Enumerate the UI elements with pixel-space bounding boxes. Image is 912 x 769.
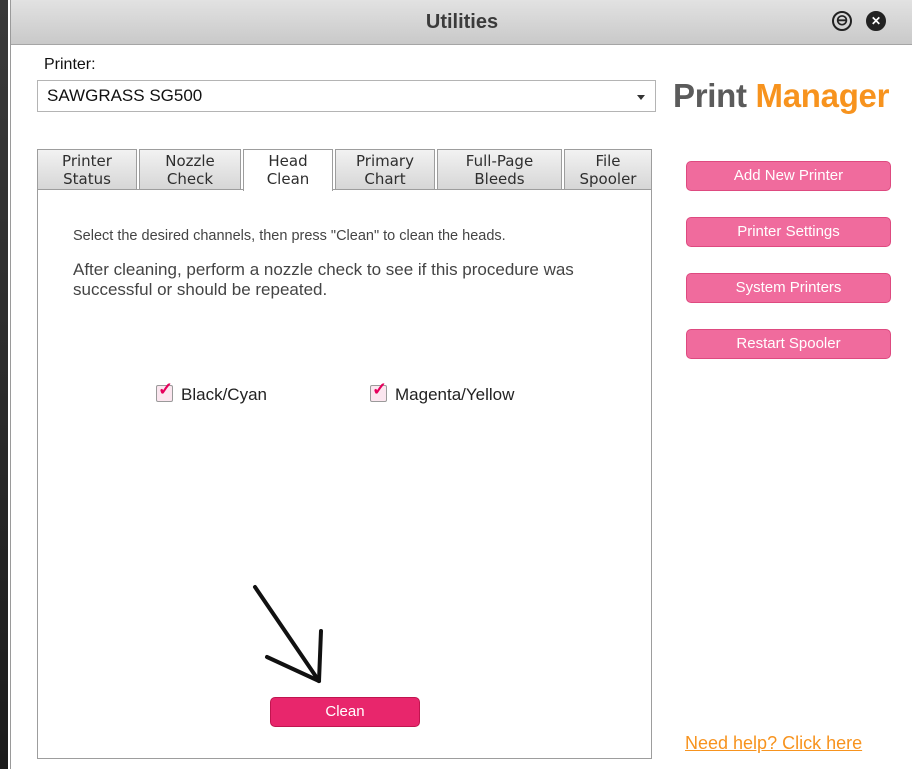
tab-label-line1: Printer	[62, 152, 112, 170]
printer-settings-button[interactable]: Printer Settings	[686, 217, 891, 247]
printer-label: Printer:	[44, 56, 96, 73]
utilities-window: Utilities ⊖ ✕ Printer: SAWGRASS SG500 Pr…	[10, 0, 912, 769]
system-printers-button[interactable]: System Printers	[686, 273, 891, 303]
instruction-text: Select the desired channels, then press …	[73, 228, 506, 244]
clean-button[interactable]: Clean	[270, 697, 420, 727]
tab-label-line1: Nozzle	[165, 152, 215, 170]
tab-head-clean[interactable]: Head Clean	[243, 149, 333, 191]
tab-label-line1: Head	[268, 152, 308, 170]
tab-label-line1: File	[595, 152, 621, 170]
tab-label-line2: Bleeds	[474, 170, 525, 188]
checkmark-icon: ✓	[372, 379, 388, 399]
tab-printer-status[interactable]: Printer Status	[37, 149, 137, 189]
checkbox-box: ✓	[156, 379, 173, 402]
window-title: Utilities	[425, 11, 499, 33]
tab-label-line1: Full-Page	[465, 152, 534, 170]
tab-label-line2: Spooler	[579, 170, 637, 188]
tab-label-line1: Primary	[356, 152, 414, 170]
tab-full-page-bleeds[interactable]: Full-Page Bleeds	[437, 149, 562, 189]
head-clean-panel: Select the desired channels, then press …	[37, 189, 652, 759]
note-text: After cleaning, perform a nozzle check t…	[73, 260, 574, 299]
tab-label-line2: Status	[63, 170, 111, 188]
minimize-icon[interactable]: ⊖	[832, 11, 852, 31]
close-icon[interactable]: ✕	[866, 11, 886, 31]
annotation-arrow-icon	[253, 585, 323, 683]
title-bar: Utilities ⊖ ✕	[11, 0, 912, 45]
channel-magenta-yellow-checkbox[interactable]: ✓ Magenta/Yellow	[370, 379, 515, 405]
restart-spooler-button[interactable]: Restart Spooler	[686, 329, 891, 359]
checkbox-box: ✓	[370, 379, 387, 402]
printer-select[interactable]: SAWGRASS SG500	[37, 80, 656, 112]
printer-select-value: SAWGRASS SG500	[47, 86, 203, 105]
checkmark-icon: ✓	[158, 379, 174, 399]
tab-label-line2: Chart	[364, 170, 406, 188]
print-manager-logo: Print Manager	[673, 77, 889, 115]
tab-label-line2: Check	[166, 170, 214, 188]
channel-label: Magenta/Yellow	[395, 385, 515, 404]
help-link[interactable]: Need help? Click here	[685, 733, 862, 754]
channel-black-cyan-checkbox[interactable]: ✓ Black/Cyan	[156, 379, 267, 405]
chevron-down-icon	[637, 95, 645, 100]
tab-primary-chart[interactable]: Primary Chart	[335, 149, 435, 189]
tab-file-spooler[interactable]: File Spooler	[564, 149, 652, 189]
logo-text-print: Print	[673, 77, 747, 114]
background-window-edge	[0, 0, 8, 769]
channel-label: Black/Cyan	[181, 385, 267, 404]
logo-text-manager: Manager	[755, 77, 890, 114]
tab-label-line2: Clean	[266, 170, 310, 188]
add-new-printer-button[interactable]: Add New Printer	[686, 161, 891, 191]
tab-nozzle-check[interactable]: Nozzle Check	[139, 149, 241, 189]
